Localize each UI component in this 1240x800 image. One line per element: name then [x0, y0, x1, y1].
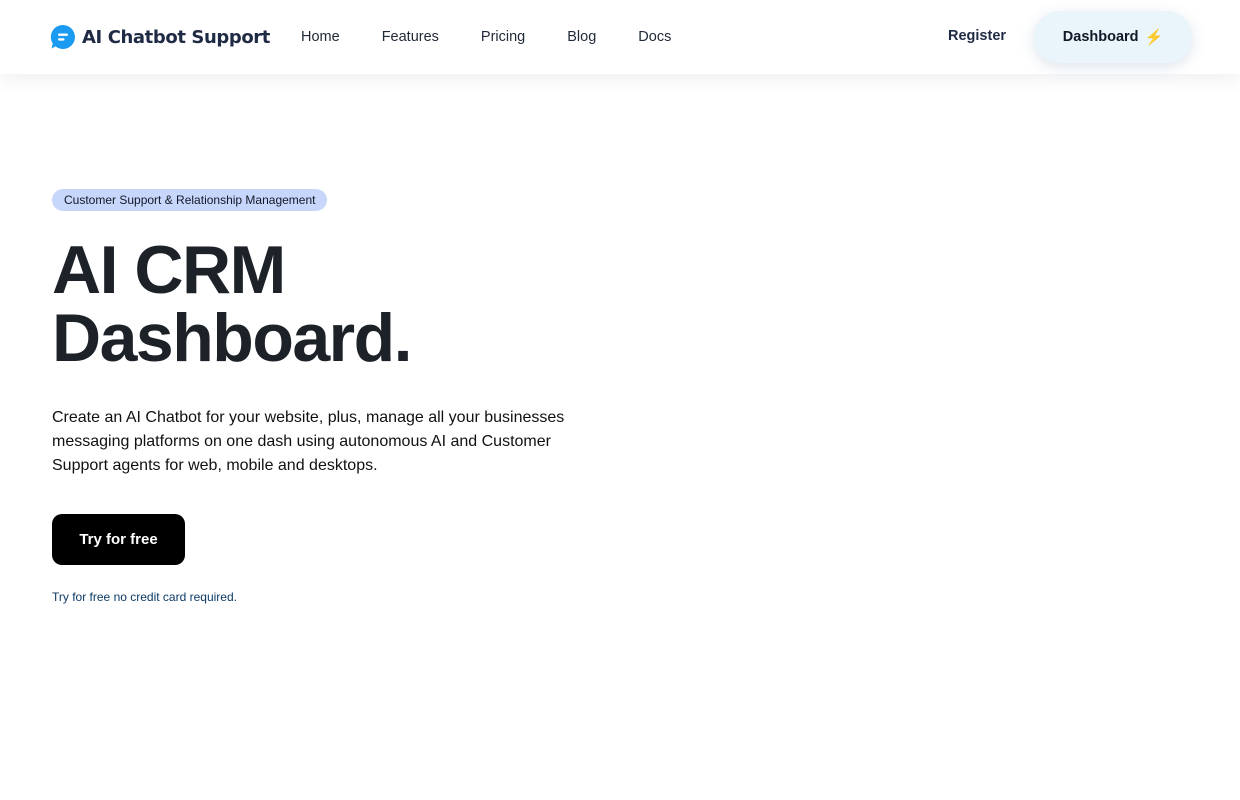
site-header: AI Chatbot Support Home Features Pricing… — [0, 0, 1240, 74]
dashboard-button[interactable]: Dashboard ⚡ — [1034, 11, 1192, 63]
no-credit-card-note: Try for free no credit card required. — [52, 590, 237, 604]
nav-item-docs[interactable]: Docs — [617, 21, 692, 53]
nav-item-pricing[interactable]: Pricing — [460, 21, 546, 53]
register-link[interactable]: Register — [948, 28, 1006, 44]
page-title: AI CRM Dashboard. — [52, 232, 413, 376]
nav-item-features[interactable]: Features — [361, 21, 460, 53]
page-title-line-1: AI CRM — [52, 232, 286, 308]
brand-name: AI Chatbot Support — [82, 26, 270, 48]
chat-bubble-icon — [50, 24, 76, 50]
category-badge: Customer Support & Relationship Manageme… — [52, 189, 328, 211]
page-title-line-2: Dashboard. — [52, 300, 413, 376]
brand-logo-link[interactable]: AI Chatbot Support — [50, 24, 270, 50]
lightning-icon: ⚡ — [1144, 29, 1164, 46]
dashboard-button-label: Dashboard — [1062, 29, 1139, 45]
hero-description: Create an AI Chatbot for your website, p… — [52, 409, 565, 474]
nav-item-home[interactable]: Home — [280, 21, 361, 53]
nav-item-blog[interactable]: Blog — [546, 21, 617, 53]
try-for-free-button[interactable]: Try for free — [52, 514, 185, 565]
main-nav: Home Features Pricing Blog Docs — [280, 0, 692, 74]
